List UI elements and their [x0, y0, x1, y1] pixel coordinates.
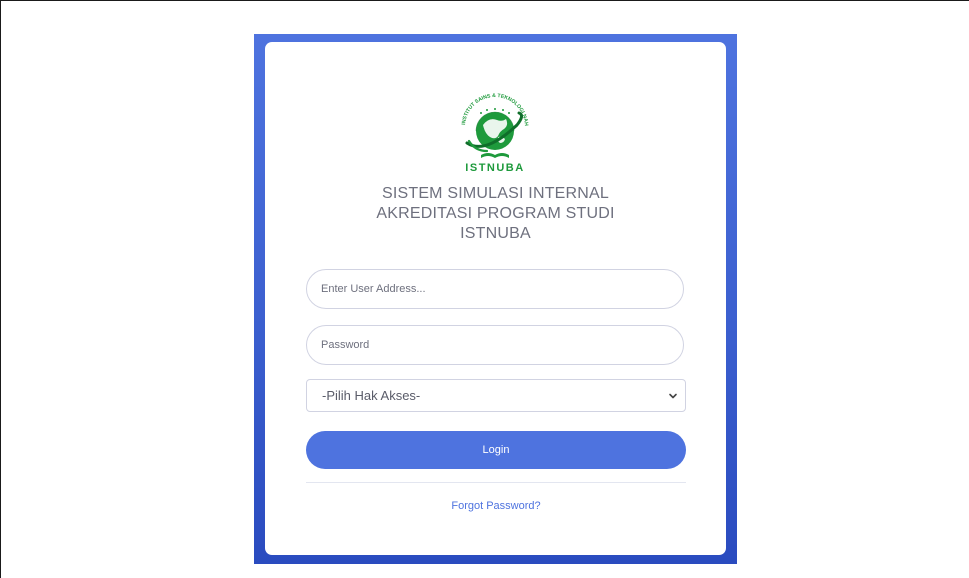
- access-level-selected-value: -Pilih Hak Akses-: [322, 388, 421, 403]
- chevron-down-icon: [669, 393, 677, 399]
- page-title: SISTEM SIMULASI INTERNAL AKREDITASI PROG…: [295, 184, 696, 244]
- user-address-input[interactable]: [306, 269, 684, 309]
- login-card: INSTITUT SAINS & TEKNOLOGI NAHDLATUL ULA…: [265, 42, 726, 555]
- logo-name: ISTNUBA: [465, 162, 524, 174]
- login-panel-background: INSTITUT SAINS & TEKNOLOGI NAHDLATUL ULA…: [254, 34, 737, 564]
- title-line-2: AKREDITASI PROGRAM STUDI: [376, 205, 615, 222]
- forgot-password-link[interactable]: Forgot Password?: [306, 500, 686, 512]
- login-button[interactable]: Login: [306, 431, 686, 469]
- divider: [306, 482, 686, 483]
- title-line-3: ISTNUBA: [460, 225, 531, 242]
- password-input[interactable]: [306, 325, 684, 365]
- access-level-select[interactable]: -Pilih Hak Akses-: [306, 379, 686, 412]
- istnuba-logo: INSTITUT SAINS & TEKNOLOGI NAHDLATUL ULA…: [445, 85, 529, 174]
- title-line-1: SISTEM SIMULASI INTERNAL: [381, 185, 610, 202]
